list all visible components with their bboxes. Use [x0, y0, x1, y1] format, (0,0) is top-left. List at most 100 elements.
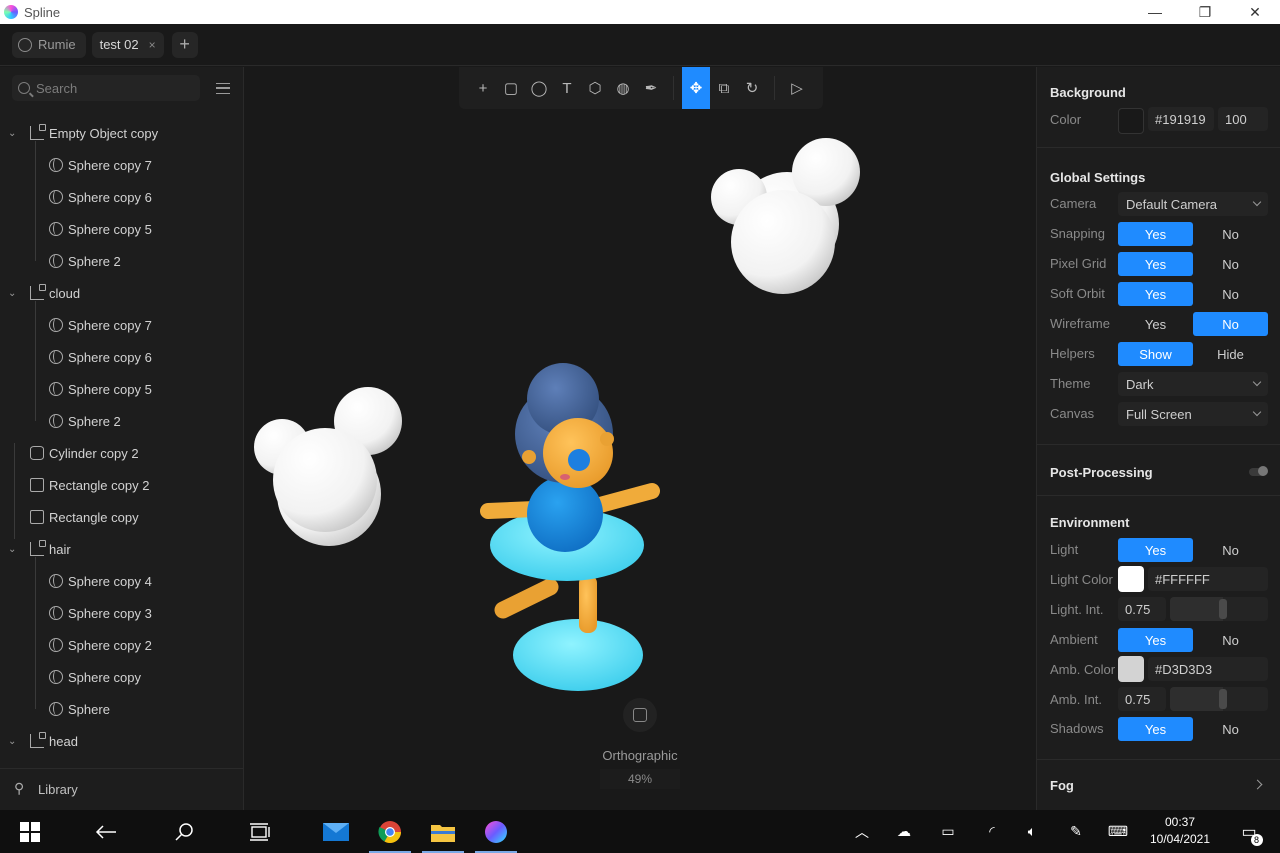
light-yes[interactable]: Yes — [1118, 538, 1193, 562]
pixel-grid-no[interactable]: No — [1193, 252, 1268, 276]
rotate-tool-icon[interactable]: ↻ — [738, 67, 766, 109]
cloud-left[interactable] — [254, 387, 402, 546]
tree-item[interactable]: ⌄ Empty Object copy — [0, 117, 244, 149]
tab-document[interactable]: test 02 × — [91, 31, 164, 58]
shadows-no[interactable]: No — [1193, 717, 1268, 741]
move-tool-icon[interactable]: ✥ — [682, 67, 710, 109]
clock[interactable]: 00:37 10/04/2021 — [1140, 814, 1220, 848]
user-tab[interactable]: Rumie — [12, 31, 86, 58]
pen-tool-icon[interactable]: ✒ — [637, 67, 665, 109]
pen-workspace-icon[interactable]: ✎ — [1064, 810, 1088, 853]
light-intensity-value[interactable]: 0.75 — [1118, 597, 1166, 621]
helpers-hide[interactable]: Hide — [1193, 342, 1268, 366]
cube-tool-icon[interactable]: ⬡ — [581, 67, 609, 109]
volume-icon[interactable]: 🔈︎ — [1020, 810, 1044, 853]
minimize-button[interactable]: — — [1130, 0, 1180, 24]
wireframe-no[interactable]: No — [1193, 312, 1268, 336]
keyboard-icon[interactable]: ⌨ — [1104, 810, 1132, 853]
background-color-hex[interactable]: #191919 — [1148, 107, 1214, 131]
rectangle-tool-icon[interactable]: ▢ — [497, 67, 525, 109]
chevron-right-icon[interactable] — [1252, 779, 1263, 790]
chrome-app[interactable] — [369, 810, 411, 853]
character[interactable] — [480, 363, 660, 691]
ambient-color-swatch[interactable] — [1118, 656, 1144, 682]
search-input[interactable]: Search — [12, 75, 200, 101]
sphere-tool-icon[interactable]: ◍ — [609, 67, 637, 109]
zoom-level[interactable]: 49% — [600, 769, 680, 789]
scale-tool-icon[interactable]: ⧉ — [710, 67, 738, 109]
tree-item[interactable]: ⌄ head — [0, 725, 244, 757]
tree-item[interactable]: Sphere copy — [0, 661, 244, 693]
ellipse-tool-icon[interactable]: ◯ — [525, 67, 553, 109]
ambient-intensity-value[interactable]: 0.75 — [1118, 687, 1166, 711]
text-tool-icon[interactable]: T — [553, 67, 581, 109]
tree-item[interactable]: Sphere copy 4 — [0, 565, 244, 597]
tree-item[interactable]: Sphere copy 7 — [0, 149, 244, 181]
battery-icon[interactable]: ▭ — [936, 810, 960, 853]
chevron-down-icon[interactable]: ⌄ — [8, 128, 20, 139]
wifi-icon[interactable]: ◜ — [980, 810, 1004, 853]
onedrive-icon[interactable]: ☁ — [892, 810, 916, 853]
ambient-color-hex[interactable]: #D3D3D3 — [1148, 657, 1268, 681]
back-button[interactable] — [86, 810, 126, 853]
viewport[interactable]: + ▢ ◯ T ⬡ ◍ ✒ ✥ ⧉ ↻ ▷ Orthographic 49% — [245, 67, 1036, 810]
theme-select[interactable]: Dark — [1118, 372, 1268, 396]
camera-mode-label[interactable]: Orthographic — [585, 748, 695, 763]
helpers-show[interactable]: Show — [1118, 342, 1193, 366]
tree-item[interactable]: ⌄ cloud — [0, 277, 244, 309]
add-tab-button[interactable]: + — [171, 31, 198, 58]
tree-item[interactable]: Sphere copy 5 — [0, 213, 244, 245]
maximize-button[interactable]: ❐ — [1180, 0, 1230, 24]
fog-title[interactable]: Fog — [1050, 778, 1074, 793]
post-processing-switch[interactable] — [1249, 466, 1268, 476]
camera-select[interactable]: Default Camera — [1118, 192, 1268, 216]
tree-item[interactable]: Sphere copy 7 — [0, 309, 244, 341]
ambient-intensity-slider[interactable] — [1170, 687, 1268, 711]
light-intensity-slider[interactable] — [1170, 597, 1268, 621]
slider-handle[interactable] — [1219, 689, 1227, 709]
tree-item[interactable]: Sphere 2 — [0, 405, 244, 437]
focus-button[interactable] — [623, 698, 657, 732]
soft-orbit-no[interactable]: No — [1193, 282, 1268, 306]
soft-orbit-yes[interactable]: Yes — [1118, 282, 1193, 306]
search-taskbar-button[interactable] — [164, 810, 204, 853]
tree-item[interactable]: ⌄ hair — [0, 533, 244, 565]
slider-handle[interactable] — [1219, 599, 1227, 619]
light-no[interactable]: No — [1193, 538, 1268, 562]
wireframe-yes[interactable]: Yes — [1118, 312, 1193, 336]
tree-item[interactable]: Sphere copy 6 — [0, 181, 244, 213]
tree-item[interactable]: Sphere — [0, 693, 244, 725]
file-explorer-app[interactable] — [422, 810, 464, 853]
light-color-hex[interactable]: #FFFFFF — [1148, 567, 1268, 591]
close-tab-icon[interactable]: × — [149, 38, 156, 52]
spline-app[interactable] — [475, 810, 517, 853]
ambient-no[interactable]: No — [1193, 628, 1268, 652]
tree-item[interactable]: Sphere copy 5 — [0, 373, 244, 405]
play-icon[interactable]: ▷ — [783, 67, 811, 109]
mail-app[interactable] — [316, 810, 356, 853]
notifications-button[interactable]: ▭ 8 — [1234, 810, 1264, 853]
tree-item[interactable]: Sphere copy 3 — [0, 597, 244, 629]
task-view-button[interactable] — [240, 810, 280, 853]
menu-icon[interactable] — [216, 82, 230, 94]
tray-overflow-icon[interactable]: ︿ — [850, 810, 874, 853]
snapping-no[interactable]: No — [1193, 222, 1268, 246]
tree-item[interactable]: Sphere 2 — [0, 245, 244, 277]
tree-item[interactable]: Sphere copy 6 — [0, 341, 244, 373]
snapping-yes[interactable]: Yes — [1118, 222, 1193, 246]
background-color-swatch[interactable] — [1118, 108, 1144, 134]
cloud-right[interactable] — [711, 138, 860, 294]
tree-item[interactable]: Rectangle copy — [0, 501, 244, 533]
start-button[interactable] — [10, 810, 50, 853]
tree-item[interactable]: Rectangle copy 2 — [0, 469, 244, 501]
chevron-down-icon[interactable]: ⌄ — [8, 544, 20, 555]
chevron-down-icon[interactable]: ⌄ — [8, 736, 20, 747]
add-icon[interactable]: + — [469, 67, 497, 109]
ambient-yes[interactable]: Yes — [1118, 628, 1193, 652]
close-window-button[interactable]: ✕ — [1230, 0, 1280, 24]
tree-item[interactable]: Cylinder copy 2 — [0, 437, 244, 469]
light-color-swatch[interactable] — [1118, 566, 1144, 592]
background-opacity[interactable]: 100 — [1218, 107, 1268, 131]
shadows-yes[interactable]: Yes — [1118, 717, 1193, 741]
tree-item[interactable]: Sphere copy 2 — [0, 629, 244, 661]
